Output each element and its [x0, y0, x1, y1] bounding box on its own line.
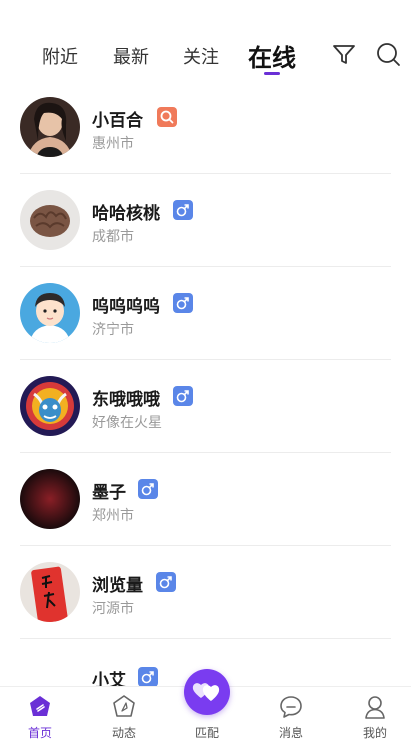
male-icon — [138, 479, 158, 499]
moments-icon — [113, 695, 135, 717]
match-heart-icon — [192, 683, 220, 701]
user-list-item[interactable]: 小百合 惠州市 — [0, 90, 411, 183]
search-icon[interactable] — [374, 40, 402, 68]
user-city: 成都市 — [92, 229, 134, 245]
user-city: 河源市 — [92, 601, 134, 617]
divider — [20, 266, 391, 267]
avatar — [20, 376, 80, 436]
user-name: 东哦哦哦 — [92, 390, 160, 410]
divider — [20, 545, 391, 546]
search-icon — [157, 107, 177, 127]
home-icon — [30, 696, 50, 716]
tab-following[interactable]: 关注 — [183, 43, 219, 69]
user-list-item[interactable]: 墨子 郑州市 — [0, 462, 411, 555]
male-icon — [173, 293, 193, 313]
nav-messages-label: 消息 — [278, 726, 303, 740]
nav-profile[interactable]: 我的 — [345, 687, 405, 744]
divider — [20, 452, 391, 453]
avatar — [20, 190, 80, 250]
nav-home[interactable]: 首页 — [10, 687, 70, 744]
nav-moments-label: 动态 — [111, 726, 136, 740]
profile-icon — [365, 696, 385, 719]
user-name: 哈哈核桃 — [92, 204, 160, 224]
tab-nearby[interactable]: 附近 — [42, 43, 78, 69]
avatar — [20, 469, 80, 529]
user-name: 墨子 — [92, 483, 126, 503]
nav-messages[interactable]: 消息 — [261, 687, 321, 744]
tab-newest[interactable]: 最新 — [113, 43, 149, 69]
user-city: 惠州市 — [92, 136, 134, 152]
user-name: 小百合 — [92, 111, 143, 131]
avatar — [20, 283, 80, 343]
filter-icon[interactable] — [330, 40, 358, 68]
avatar — [20, 97, 80, 157]
male-icon — [138, 667, 158, 687]
user-list-item[interactable]: 哈哈核桃 成都市 — [0, 183, 411, 276]
male-icon — [156, 572, 176, 592]
male-icon — [173, 386, 193, 406]
nav-moments[interactable]: 动态 — [94, 687, 154, 744]
nav-home-label: 首页 — [27, 726, 52, 740]
message-icon — [280, 696, 302, 718]
divider — [20, 359, 391, 360]
user-list-item[interactable]: 浏览量 河源市 — [0, 555, 411, 648]
avatar — [20, 562, 80, 622]
divider — [20, 638, 391, 639]
top-tab-bar: 附近 最新 关注 在线 — [0, 0, 411, 90]
user-city: 郑州市 — [92, 508, 134, 524]
divider — [20, 173, 391, 174]
match-button[interactable] — [184, 669, 230, 715]
male-icon — [173, 200, 193, 220]
active-tab-indicator — [264, 72, 280, 75]
user-name: 呜呜呜呜 — [92, 297, 160, 317]
user-name: 浏览量 — [92, 576, 143, 596]
nav-match-label: 匹配 — [194, 726, 219, 740]
user-city: 好像在火星 — [92, 415, 162, 431]
user-list-item[interactable]: 呜呜呜呜 济宁市 — [0, 276, 411, 369]
nav-profile-label: 我的 — [362, 726, 387, 740]
user-city: 济宁市 — [92, 322, 134, 338]
user-list-item[interactable]: 东哦哦哦 好像在火星 — [0, 369, 411, 462]
tab-online[interactable]: 在线 — [248, 38, 296, 73]
